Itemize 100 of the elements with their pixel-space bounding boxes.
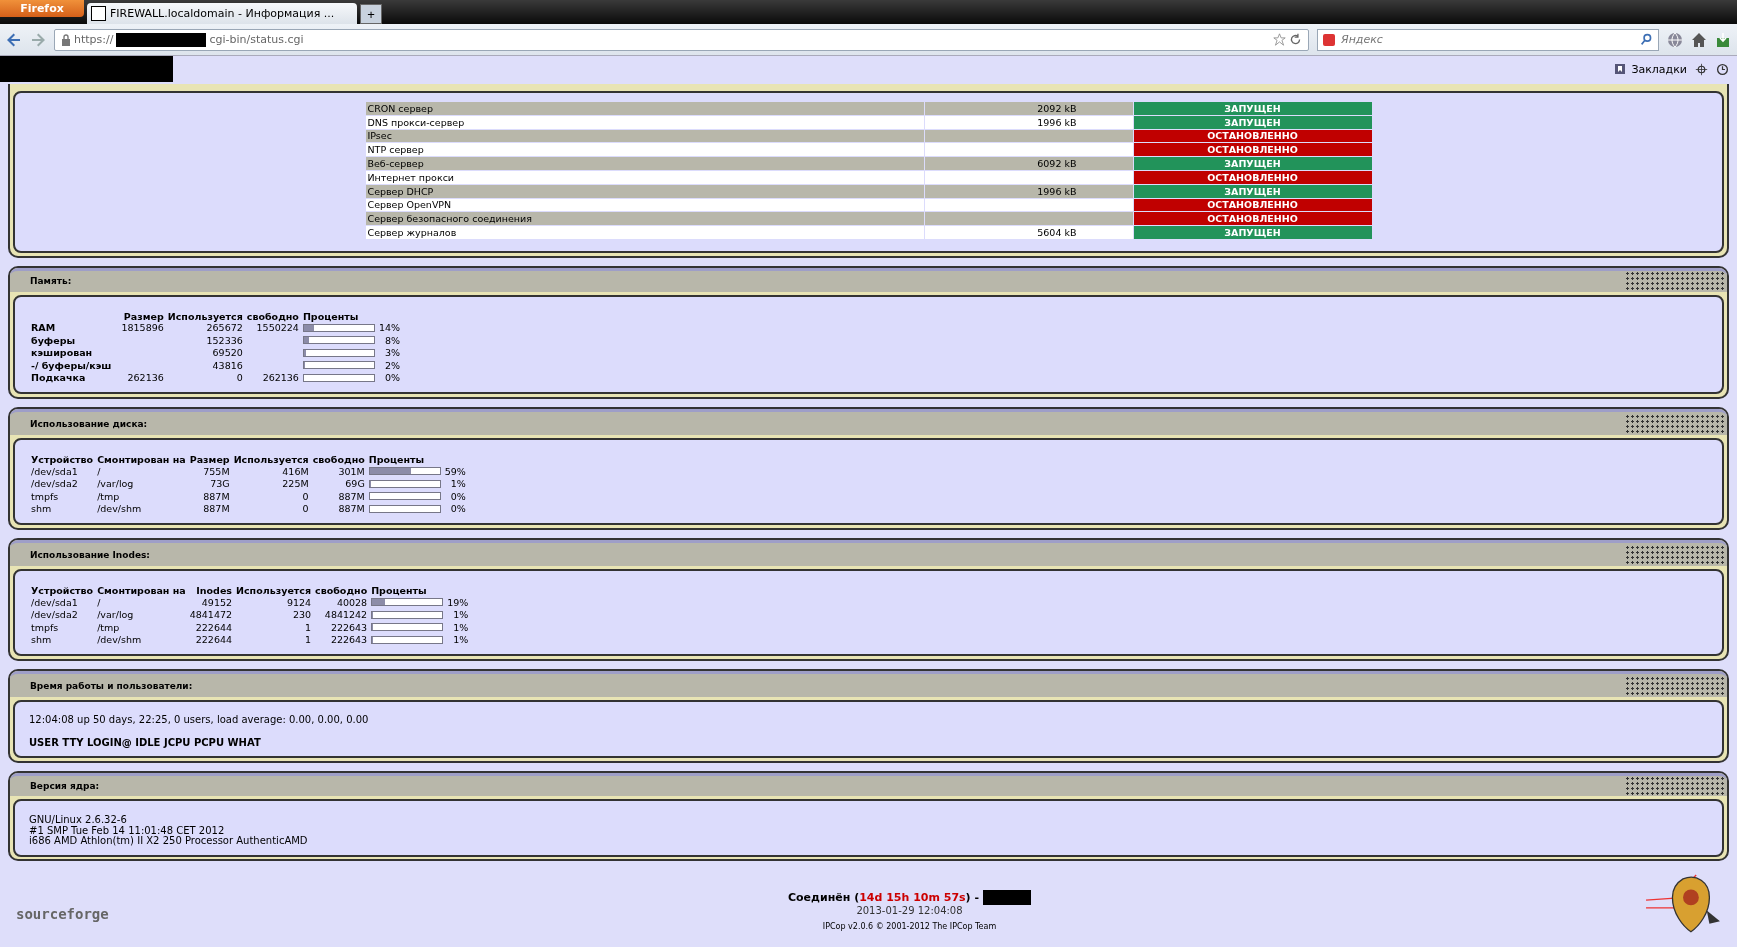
connection-status: Соединён (14d 15h 10m 57s) - — [787, 890, 980, 904]
table-cell-text: 1 — [304, 621, 313, 634]
download-icon[interactable] — [1715, 31, 1731, 48]
table-cell-text: /dev/shm — [96, 633, 143, 646]
table-cell-text: 887M — [337, 490, 366, 503]
table-cell-text: 225M — [281, 477, 310, 490]
column-header: Используется — [166, 310, 244, 322]
column-header: Смонтирован на — [96, 454, 187, 465]
clock-icon[interactable] — [1716, 62, 1729, 76]
table-cell-text: 4841242 — [323, 608, 369, 621]
column-header: Используется — [232, 454, 310, 465]
table-cell-text: /tmp — [96, 621, 121, 634]
reload-icon[interactable] — [1289, 33, 1302, 46]
column-header: Устройство — [30, 454, 95, 465]
table-cell-text: /var/log — [96, 477, 135, 490]
home-icon[interactable] — [1691, 31, 1707, 48]
table-cell: / — [95, 465, 188, 478]
search-bar[interactable]: Яндекс — [1317, 28, 1659, 51]
star-icon[interactable] — [1273, 33, 1286, 46]
section-title: Использование диска: — [30, 418, 149, 429]
table-cell-text: 19% — [446, 596, 470, 609]
status-cell: ЗАПУЩЕН — [1133, 101, 1372, 116]
url-path: cgi-bin/status.cgi — [209, 33, 304, 46]
table-cell-text: 0% — [449, 490, 467, 503]
table-cell-text: 222643 — [329, 621, 369, 634]
table-cell-text: 262136 — [261, 371, 300, 384]
table-cell-text: 40028 — [335, 596, 369, 609]
table-cell-text: 0 — [301, 502, 310, 515]
column-header: Проценты — [301, 310, 360, 322]
table-cell-text: /dev/sda2 — [30, 477, 79, 490]
table-cell-text: 887M — [337, 502, 366, 515]
address-bar[interactable]: https:// cgi-bin/status.cgi — [54, 28, 1309, 51]
table-cell-text: /dev/sda1 — [30, 465, 79, 478]
lock-icon — [61, 33, 71, 46]
users-header: USER TTY LOGIN@ IDLE JCPU PCPU WHAT — [29, 737, 262, 748]
search-icon[interactable] — [1640, 33, 1653, 46]
column-header: Размер — [122, 310, 165, 322]
table-cell-text: /tmp — [96, 490, 121, 503]
table-cell-text: /dev/sda1 — [30, 596, 79, 609]
column-header: Проценты — [367, 454, 426, 465]
column-header: Проценты — [370, 585, 428, 596]
search-field[interactable]: Яндекс — [1339, 32, 1636, 47]
table-cell: 9124 — [234, 596, 314, 609]
column-header: Устройство — [30, 585, 95, 596]
table-cell-text: 1% — [452, 633, 470, 646]
browser-tab[interactable]: FIREWALL.localdomain - Информация ... — [87, 3, 357, 24]
column-header: свободно — [245, 310, 300, 322]
table-cell: 2092 kB — [924, 101, 1133, 116]
table-cell-text: 0% — [449, 502, 467, 515]
table-cell-text: кэширован — [30, 346, 94, 359]
table-cell: 416M — [231, 465, 311, 478]
redaction-block — [983, 889, 1032, 905]
search-engine-icon — [1323, 33, 1335, 46]
column-header: свободно — [314, 585, 369, 596]
table-cell-text: /dev/sda2 — [30, 608, 79, 621]
table-cell-text: 8% — [383, 334, 401, 347]
table-cell-text: 0 — [235, 371, 244, 384]
section-title: Память: — [30, 276, 73, 287]
table-cell-text: 222644 — [194, 633, 234, 646]
table-cell-text: 1% — [449, 477, 467, 490]
table-cell-text: 1% — [452, 608, 470, 621]
table-cell-text: 152336 — [205, 334, 244, 347]
table-cell-text: 59% — [443, 465, 467, 478]
table-cell-text: tmpfs — [30, 490, 60, 503]
section-title: Время работы и пользователи: — [30, 680, 194, 691]
uptime-text: 12:04:08 up 50 days, 22:25, 0 users, load average: 0.00, 0.00, 0.00 — [29, 714, 370, 725]
table-cell-text: Подкачка — [30, 371, 87, 384]
table-cell-text: -/ буферы/кэш — [30, 359, 113, 372]
table-cell-text: 1 — [304, 633, 313, 646]
globe-icon[interactable] — [1667, 31, 1683, 48]
bookmarks-icon — [1614, 63, 1627, 75]
column-header: Смонтирован на — [96, 585, 187, 596]
url-scheme: https:// — [74, 33, 114, 46]
section-title: Версия ядра: — [30, 781, 101, 791]
table-cell-text: 0 — [301, 490, 310, 503]
crosshair-icon[interactable] — [1695, 62, 1708, 76]
table-cell-text: 1% — [452, 621, 470, 634]
column-header: Inodes — [195, 585, 234, 596]
column-header: Размер — [188, 454, 231, 465]
table-cell-text: 14% — [377, 321, 401, 334]
page-icon — [91, 6, 106, 21]
table-cell-text: 1815896 — [120, 322, 165, 334]
column-header: свободно — [311, 454, 366, 465]
table-cell-text: 49152 — [200, 596, 234, 609]
table-cell-text: /dev/shm — [96, 502, 143, 515]
new-tab-button[interactable]: + — [360, 4, 382, 24]
table-cell-text: tmpfs — [30, 621, 60, 634]
table-cell-text: 222644 — [194, 621, 234, 634]
table-cell-text: 73G — [209, 477, 231, 490]
kernel-info-line: i686 AMD Athlon(tm) II X2 250 Processor AuthenticAMD — [29, 836, 309, 847]
back-arrow-icon[interactable] — [6, 31, 22, 48]
bookmarks-button[interactable]: Закладки — [1614, 62, 1687, 76]
sourceforge-logo[interactable]: sourceforge — [16, 906, 176, 922]
kernel-info-line: GNU/Linux 2.6.32-6 — [29, 815, 128, 826]
table-cell-text: 301M — [337, 465, 366, 478]
table-cell-text: shm — [30, 502, 53, 515]
table-cell-text: 1550224 — [255, 322, 300, 334]
table-cell-text: 230 — [291, 608, 313, 621]
table-cell-text: shm — [30, 633, 53, 646]
date-text: 2013-01-29 12:04:08 — [856, 904, 963, 916]
